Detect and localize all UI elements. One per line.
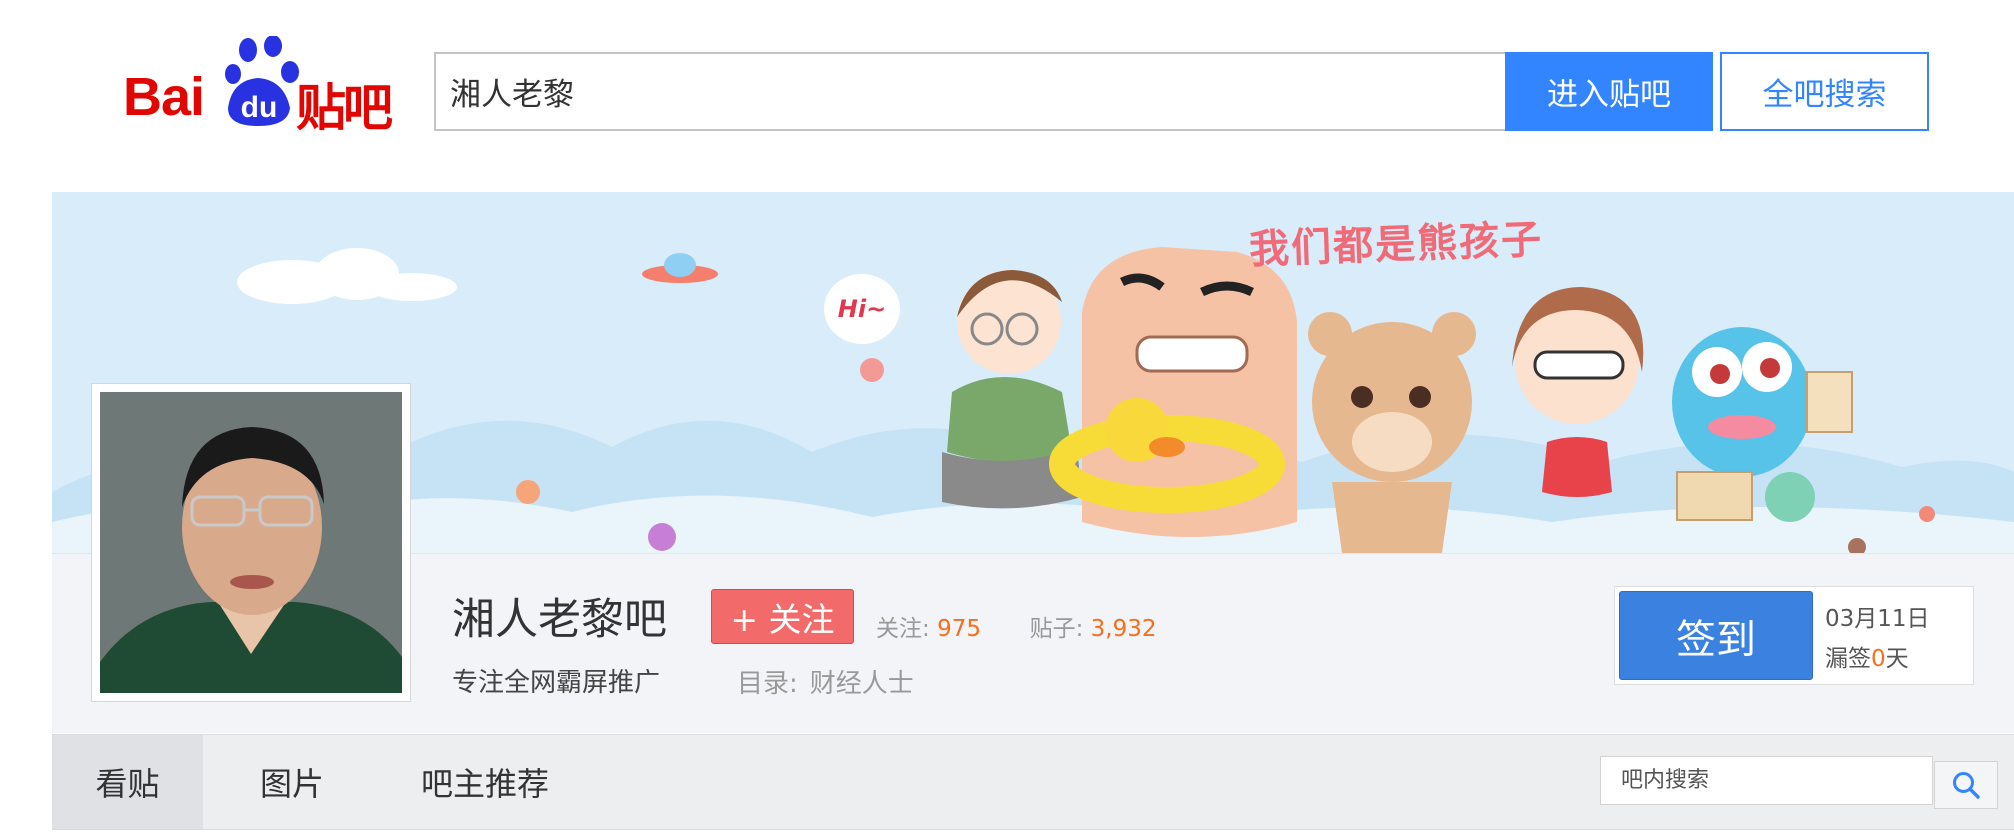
global-search-button[interactable]: 全吧搜索 [1720, 52, 1929, 131]
catalog-label: 目录: [737, 669, 798, 699]
forum-slogan: 专注全网霸屏推广 [452, 668, 661, 698]
forum-search-input[interactable] [1600, 756, 1933, 805]
tab-admin-recommend[interactable]: 吧主推荐 [381, 735, 589, 829]
missed-sign-days: 漏签0天 [1825, 639, 1909, 673]
forum-avatar[interactable] [91, 383, 411, 702]
tab-pictures[interactable]: 图片 [229, 735, 355, 829]
avatar-portrait [100, 392, 402, 693]
sign-date: 03月11日 [1825, 606, 1930, 632]
follow-button[interactable]: + 关注 [711, 589, 854, 644]
logo-du-text: du [241, 91, 278, 124]
enter-tieba-button[interactable]: 进入贴吧 [1505, 52, 1713, 131]
logo-bai-text: Bai [123, 67, 205, 127]
forum-stats: 关注: 975 贴子: 3,932 [876, 609, 1157, 643]
posts-count: 3,932 [1090, 616, 1157, 642]
banner-slogan: 我们都是熊孩子 [1248, 216, 1544, 274]
followers-label: 关注: [876, 616, 930, 642]
forum-catalog: 目录: 财经人士 [737, 663, 914, 700]
tab-posts[interactable]: 看贴 [52, 735, 203, 829]
missed-suffix: 天 [1885, 646, 1909, 672]
missed-prefix: 漏签 [1825, 646, 1871, 672]
missed-count: 0 [1871, 646, 1886, 672]
sign-in-panel: 签到 03月11日 漏签0天 [1614, 586, 1974, 685]
tieba-search-input[interactable] [434, 52, 1506, 131]
baidu-tieba-logo[interactable]: Bai du 贴吧 [120, 36, 395, 137]
catalog-link[interactable]: 财经人士 [810, 669, 914, 699]
forum-search-button[interactable] [1934, 761, 1998, 809]
logo-tieba-text: 贴吧 [296, 79, 393, 137]
forum-avatar-photo [100, 392, 402, 693]
posts-label: 贴子: [1029, 616, 1084, 642]
followers-count: 975 [937, 616, 981, 642]
hi-speech-bubble: Hi~ [824, 274, 900, 344]
search-icon [1953, 772, 1980, 799]
forum-name: 湘人老黎吧 [452, 595, 667, 645]
sign-in-button[interactable]: 签到 [1619, 591, 1813, 680]
